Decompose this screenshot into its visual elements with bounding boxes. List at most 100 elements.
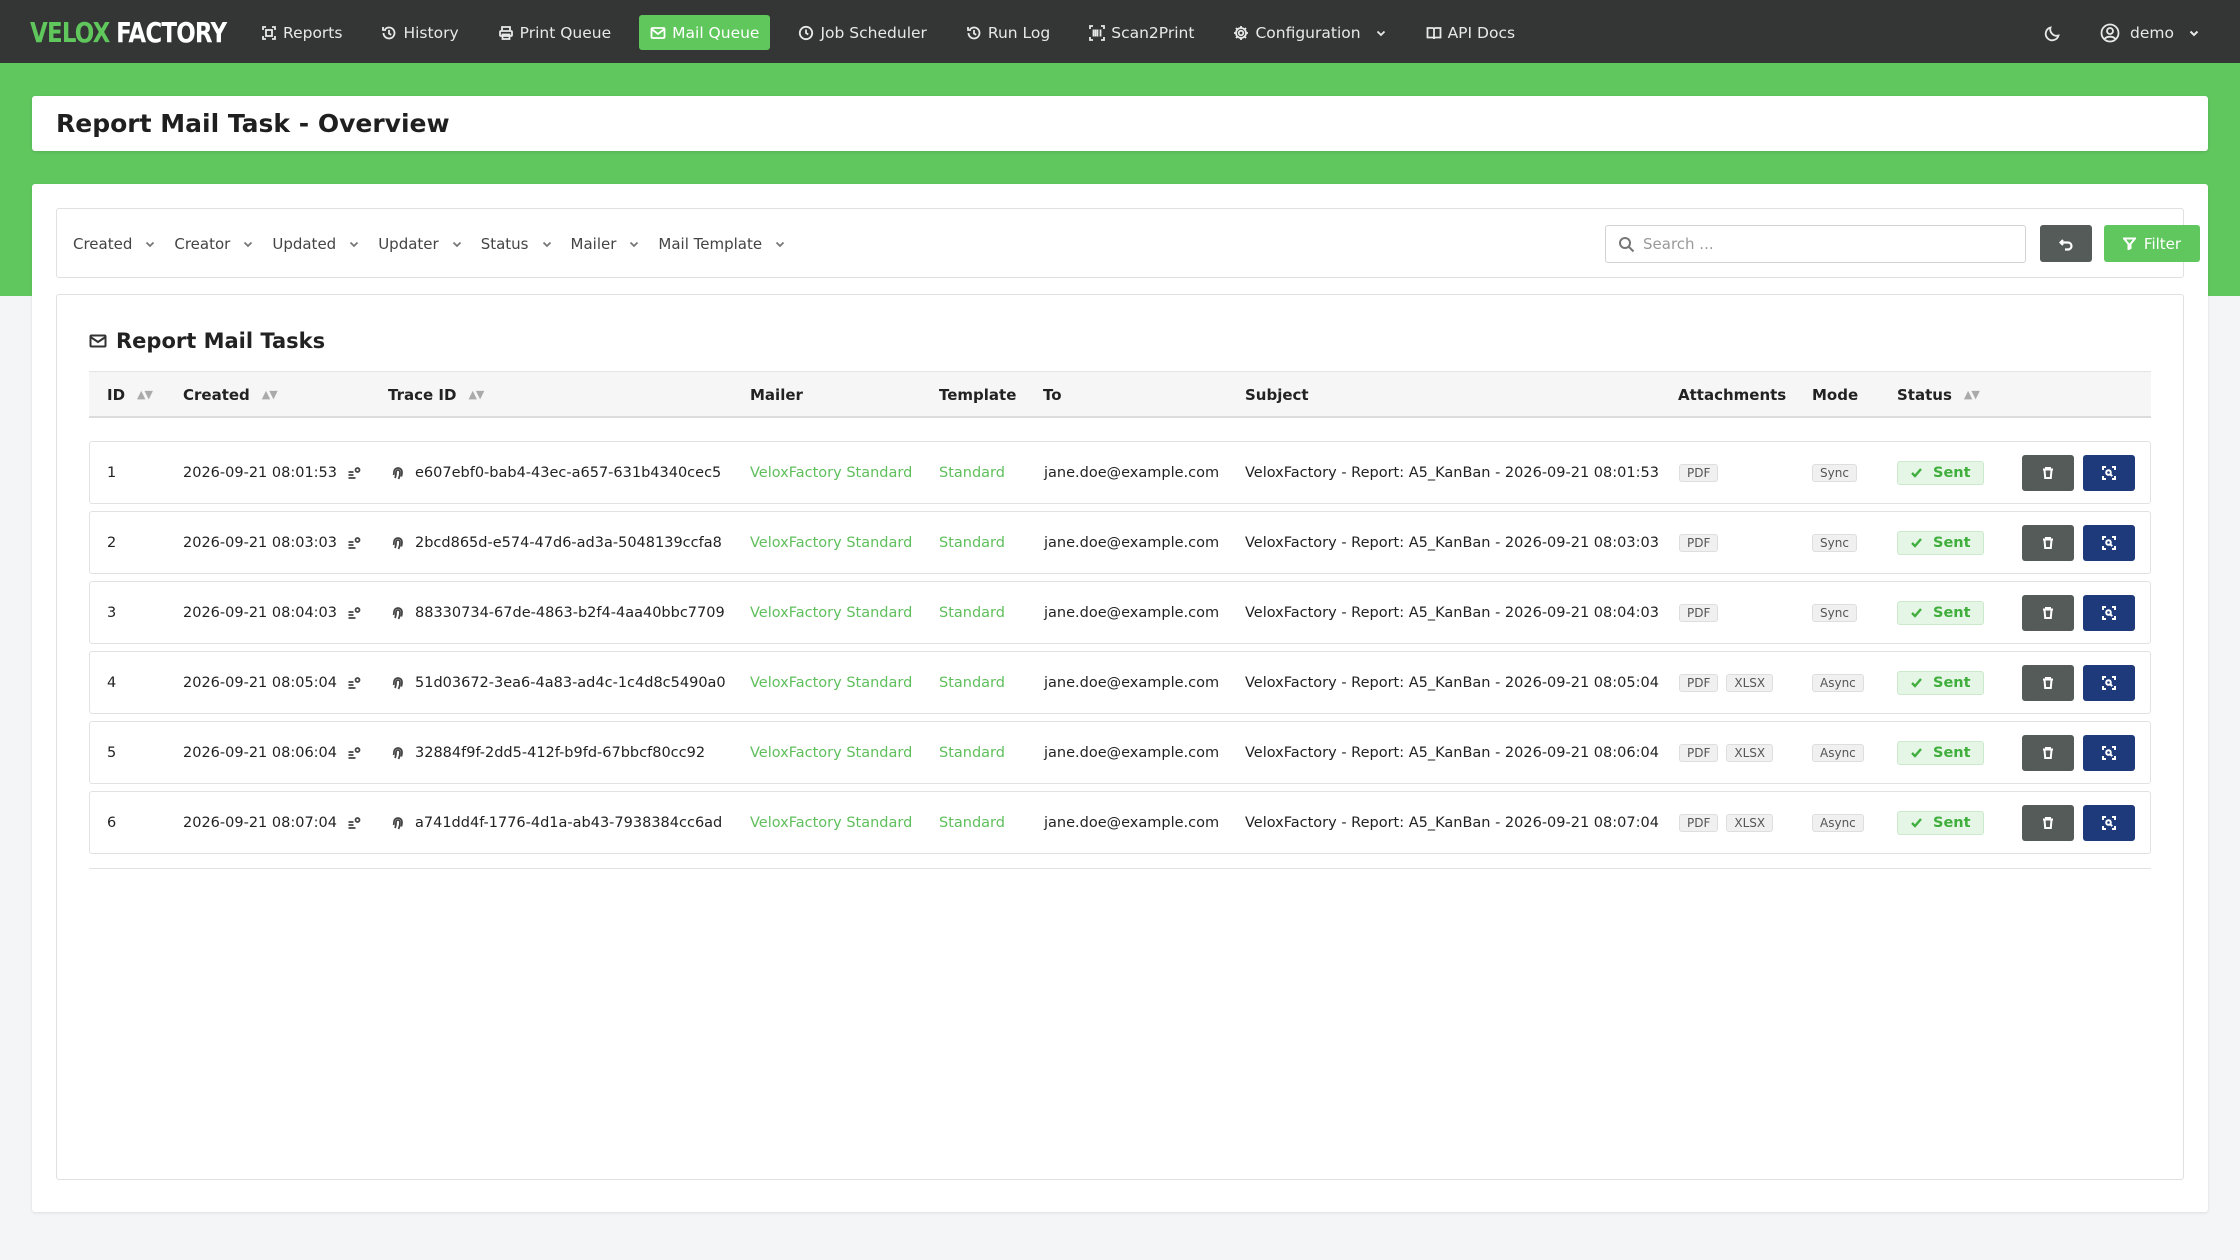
chevron-down-icon [542,241,551,248]
row-trace-id: 88330734-67de-4863-b2f4-4aa40bbc7709 [415,604,725,621]
row-created: 2026-09-21 08:06:04 [183,744,337,761]
row-template-link[interactable]: Standard [939,745,1005,761]
row-mailer-link[interactable]: VeloxFactory Standard [750,815,912,831]
nav-item-job-scheduler[interactable]: Job Scheduler [787,15,937,50]
nav-item-mail-queue[interactable]: Mail Queue [639,15,771,50]
cell-mailer[interactable]: VeloxFactory Standard [750,652,912,713]
table-row[interactable]: 4 2026-09-21 08:05:04 51d03672-3ea6-4a83… [89,651,2151,714]
trace-view-button[interactable] [2083,805,2135,841]
delete-button[interactable] [2022,595,2074,631]
trace-view-button[interactable] [2083,455,2135,491]
row-mailer-link[interactable]: VeloxFactory Standard [750,535,912,551]
row-mailer-link[interactable]: VeloxFactory Standard [750,675,912,691]
trace-view-button[interactable] [2083,735,2135,771]
th-status[interactable]: Status ▲▼ [1897,372,1980,417]
attachment-badge: XLSX [1726,673,1774,692]
cell-template[interactable]: Standard [939,792,1005,853]
trace-view-button[interactable] [2083,595,2135,631]
user-info-icon[interactable] [347,676,361,690]
delete-button[interactable] [2022,525,2074,561]
row-mailer-link[interactable]: VeloxFactory Standard [750,745,912,761]
cell-mailer[interactable]: VeloxFactory Standard [750,582,912,643]
status-badge: Sent [1897,670,1984,695]
delete-button[interactable] [2022,455,2074,491]
filter-creator[interactable]: Creator [174,235,254,253]
nav-item-run-log[interactable]: Run Log [955,15,1061,50]
filter-updated[interactable]: Updated [272,235,360,253]
user-info-icon[interactable] [347,466,361,480]
trace-view-button[interactable] [2083,665,2135,701]
trace-view-button[interactable] [2083,525,2135,561]
chevron-down-icon [452,241,461,248]
filter-button[interactable]: Filter [2104,225,2200,262]
filter-label: Mail Template [658,235,763,253]
cell-mailer[interactable]: VeloxFactory Standard [750,792,912,853]
nav-item-api-docs[interactable]: API Docs [1415,15,1526,50]
row-to: jane.doe@example.com [1044,674,1220,691]
filter-status[interactable]: Status [481,235,553,253]
reset-filter-button[interactable] [2040,225,2092,262]
scan-search-icon [2102,816,2116,830]
history-icon [382,26,396,39]
th-created[interactable]: Created ▲▼ [183,372,278,417]
brand-logo[interactable]: VELOX FACTORY [30,14,227,50]
delete-button[interactable] [2022,735,2074,771]
nav-item-configuration[interactable]: Configuration [1222,15,1397,50]
nav-item-history[interactable]: History [370,15,469,50]
table-row[interactable]: 2 2026-09-21 08:03:03 2bcd865d-e574-47d6… [89,511,2151,574]
nav-item-reports[interactable]: Reports [250,15,353,50]
user-info-icon[interactable] [347,606,361,620]
filter-created[interactable]: Created [73,235,156,253]
undo-icon [2059,238,2073,251]
row-mailer-link[interactable]: VeloxFactory Standard [750,465,912,481]
cell-to: jane.doe@example.com [1044,652,1219,713]
filter-label: Created [73,235,133,253]
sort-icon: ▲▼ [468,388,484,401]
user-info-icon[interactable] [347,816,361,830]
cell-trace-id: 2bcd865d-e574-47d6-ad3a-5048139ccfa8 [391,512,722,573]
row-template-link[interactable]: Standard [939,465,1005,481]
filter-mailer[interactable]: Mailer [571,235,641,253]
delete-button[interactable] [2022,805,2074,841]
row-to: jane.doe@example.com [1044,604,1220,621]
cell-template[interactable]: Standard [939,442,1005,503]
table-row[interactable]: 1 2026-09-21 08:01:53 e607ebf0-bab4-43ec… [89,441,2151,504]
row-template-link[interactable]: Standard [939,815,1005,831]
cell-template[interactable]: Standard [939,582,1005,643]
cell-template[interactable]: Standard [939,652,1005,713]
nav-item-scan2print[interactable]: Scan2Print [1078,15,1205,50]
nav-item-print-queue[interactable]: Print Queue [487,15,623,50]
delete-button[interactable] [2022,665,2074,701]
cell-mailer[interactable]: VeloxFactory Standard [750,512,912,573]
cell-created: 2026-09-21 08:07:04 [183,792,361,853]
filter-mail-template[interactable]: Mail Template [658,235,786,253]
cell-mode: Sync [1812,582,1865,643]
row-template-link[interactable]: Standard [939,675,1005,691]
th-template: Template [939,372,1016,417]
cell-mailer[interactable]: VeloxFactory Standard [750,722,912,783]
th-id[interactable]: ID ▲▼ [107,372,153,417]
table-row[interactable]: 6 2026-09-21 08:07:04 a741dd4f-1776-4d1a… [89,791,2151,854]
cell-created: 2026-09-21 08:01:53 [183,442,361,503]
attachment-badge: XLSX [1726,743,1774,762]
row-template-link[interactable]: Standard [939,535,1005,551]
row-subject: VeloxFactory - Report: A5_KanBan - 2026-… [1245,464,1659,481]
table-row[interactable]: 3 2026-09-21 08:04:03 88330734-67de-4863… [89,581,2151,644]
moon-icon[interactable] [2044,24,2062,42]
cell-template[interactable]: Standard [939,512,1005,573]
user-menu[interactable]: demo [2100,23,2200,43]
row-mailer-link[interactable]: VeloxFactory Standard [750,605,912,621]
filter-updater[interactable]: Updater [378,235,463,253]
table-row[interactable]: 5 2026-09-21 08:06:04 32884f9f-2dd5-412f… [89,721,2151,784]
cell-template[interactable]: Standard [939,722,1005,783]
th-trace-id[interactable]: Trace ID ▲▼ [388,372,484,417]
search-input[interactable] [1643,235,2003,253]
user-info-icon[interactable] [347,746,361,760]
row-template-link[interactable]: Standard [939,605,1005,621]
th-label: Mode [1812,385,1859,404]
cell-to: jane.doe@example.com [1044,722,1219,783]
user-info-icon[interactable] [347,536,361,550]
cell-mailer[interactable]: VeloxFactory Standard [750,442,912,503]
nav-item-label: Job Scheduler [820,23,927,42]
scan-search-icon [2102,746,2116,760]
